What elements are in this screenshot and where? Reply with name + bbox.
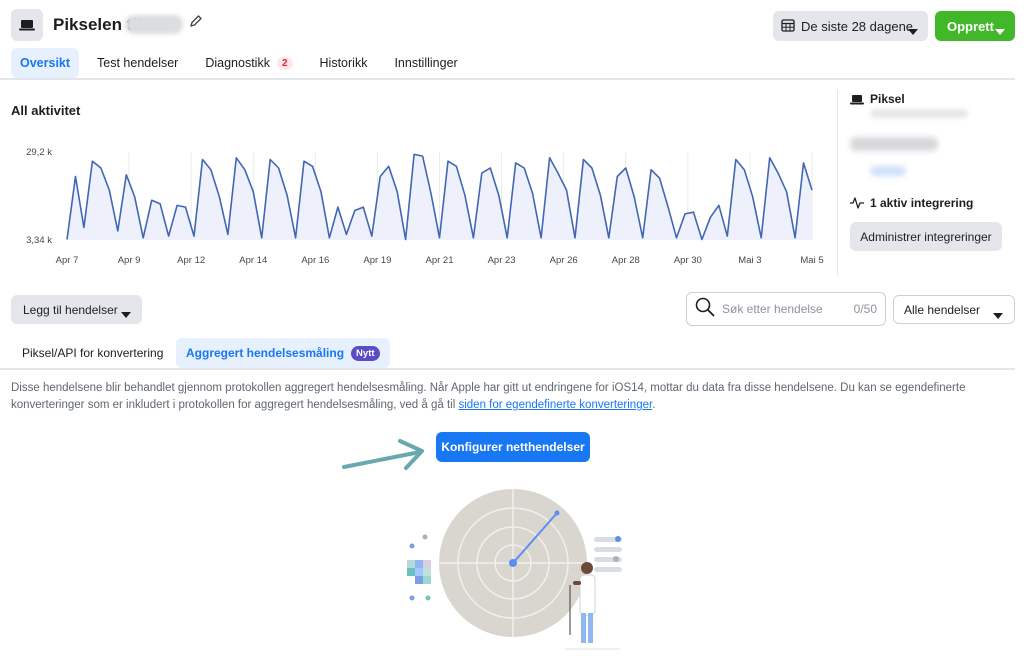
vertical-divider <box>837 90 838 276</box>
manage-integrations-button[interactable]: Administrer integreringer <box>850 222 1002 251</box>
tab-innstillinger[interactable]: Innstillinger <box>385 48 466 78</box>
x-tick-label: Apr 26 <box>550 255 578 266</box>
caret-down-icon <box>121 307 131 321</box>
blurred-link <box>870 166 906 176</box>
tab-label: Oversikt <box>20 56 71 70</box>
tab-label: Innstillinger <box>394 56 458 70</box>
search-placeholder: Søk etter hendelse <box>722 302 823 316</box>
x-tick-label: Apr 28 <box>612 255 640 266</box>
subtab-aggregated-event-measurement[interactable]: Aggregert hendelsesmåling Nytt <box>176 338 390 368</box>
x-tick-label: Apr 23 <box>488 255 516 266</box>
x-tick-label: Apr 21 <box>426 255 454 266</box>
calendar-icon <box>781 18 795 35</box>
event-search-field[interactable]: Søk etter hendelse 0/50 <box>686 292 886 326</box>
chart-x-axis: Apr 7 Apr 9 Apr 12 Apr 14 Apr 16 Apr 19 Apr 21… <box>56 255 824 266</box>
pointer-arrow-graphic <box>342 439 424 470</box>
tab-label: Test hendelser <box>97 56 179 70</box>
subtab-pixel-api[interactable]: Piksel/API for konvertering <box>11 338 174 368</box>
create-label: Opprett <box>947 18 994 34</box>
add-events-button[interactable]: Legg til hendelser <box>11 295 142 324</box>
x-tick-label: Apr 30 <box>674 255 702 266</box>
laptop-icon <box>850 92 864 110</box>
integration-count: 1 aktiv integrering <box>870 196 974 210</box>
x-tick-label: Apr 16 <box>301 255 329 266</box>
search-count: 0/50 <box>853 302 877 316</box>
tab-test-hendelser[interactable]: Test hendelser <box>88 48 187 78</box>
x-tick-label: Apr 19 <box>363 255 391 266</box>
x-tick-label: Mai 5 <box>800 255 823 266</box>
add-events-label: Legg til hendelser <box>23 302 118 317</box>
tab-oversikt[interactable]: Oversikt <box>11 48 80 78</box>
blurred-pixel-name <box>125 15 183 34</box>
caret-down-icon <box>908 23 918 38</box>
subtab-label: Aggregert hendelsesmåling <box>186 346 345 360</box>
blurred-pixel-id <box>870 109 968 118</box>
page-header: Pikselen til De siste 28 dagene Opprett <box>0 0 1024 50</box>
subtab-label: Piksel/API for konvertering <box>22 346 164 360</box>
tabs-divider <box>0 78 1015 80</box>
x-tick-label: Apr 12 <box>177 255 205 266</box>
laptop-icon <box>11 9 43 41</box>
create-button[interactable]: Opprett <box>935 11 1015 41</box>
description-end: . <box>652 399 656 411</box>
custom-conversions-link[interactable]: siden for egendefinerte konverteringer <box>458 399 652 411</box>
y-tick-label: 3,34 k <box>26 235 52 246</box>
date-range-selector[interactable]: De siste 28 dagene <box>773 11 928 41</box>
main-tabs: Oversikt Test hendelser Diagnostikk 2 His… <box>11 48 476 78</box>
tab-historikk[interactable]: Historikk <box>311 48 377 78</box>
configure-web-events-button[interactable]: Konfigurer netthendelser <box>436 432 590 462</box>
event-filter-dropdown[interactable]: Alle hendelser <box>893 295 1015 324</box>
pencil-icon[interactable] <box>189 14 203 33</box>
x-tick-label: Apr 9 <box>118 255 141 266</box>
radar-illustration <box>407 489 622 650</box>
blurred-owner <box>850 137 938 151</box>
x-tick-label: Mai 3 <box>738 255 761 266</box>
date-range-label: De siste 28 dagene <box>801 18 914 34</box>
new-badge: Nytt <box>351 345 380 361</box>
x-tick-label: Apr 7 <box>56 255 79 266</box>
diagnostics-count-badge: 2 <box>276 56 293 70</box>
chart-y-axis: 29,2 k 3,34 k <box>26 147 52 246</box>
activity-pulse-icon <box>850 196 864 214</box>
caret-down-icon <box>995 23 1005 38</box>
event-filter-label: Alle hendelser <box>904 302 981 317</box>
activity-title: All aktivitet <box>11 103 81 118</box>
tab-diagnostikk[interactable]: Diagnostikk 2 <box>196 48 301 78</box>
tab-label: Diagnostikk <box>205 56 270 70</box>
y-tick-label: 29,2 k <box>26 147 52 158</box>
caret-down-icon <box>993 308 1003 322</box>
tab-label: Historikk <box>319 56 368 70</box>
description-text: Disse hendelsene blir behandlet gjennom … <box>11 380 1011 414</box>
subtabs-divider <box>0 368 1015 370</box>
x-tick-label: Apr 14 <box>239 255 267 266</box>
search-icon <box>695 297 715 322</box>
pixel-label: Piksel <box>870 92 905 106</box>
activity-line-chart: 29,2 k 3,34 k Apr 7 Apr 9 Apr 12 Apr 14 Apr 1… <box>26 147 824 266</box>
